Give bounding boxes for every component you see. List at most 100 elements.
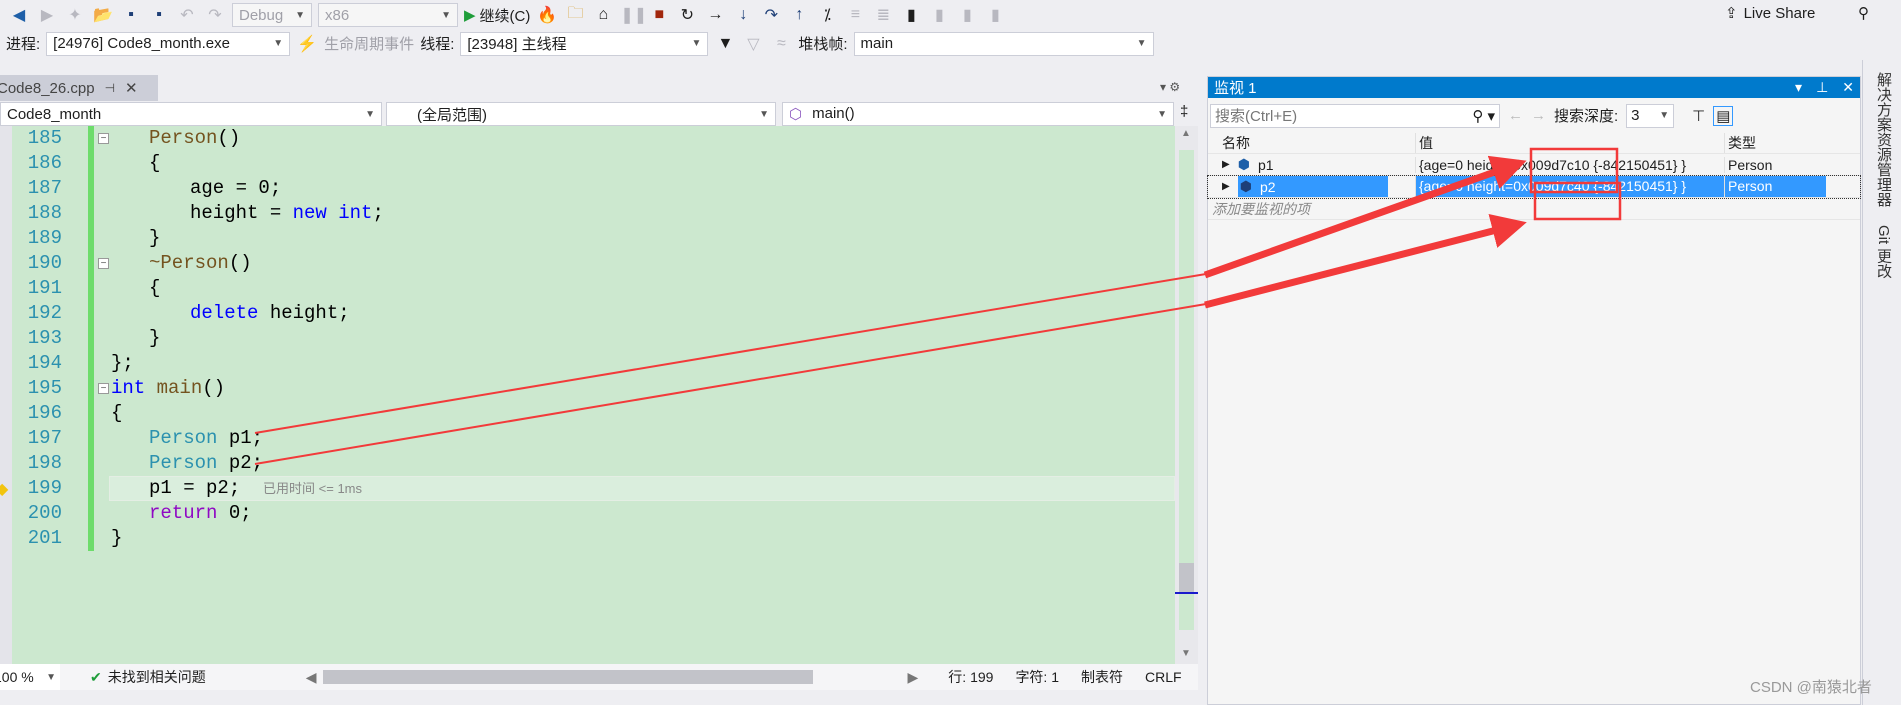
save-icon[interactable]: ▪ xyxy=(120,6,142,24)
dropdown-icon[interactable]: ▾ xyxy=(1795,79,1802,96)
close-icon[interactable]: ✕ xyxy=(125,79,138,97)
continue-button[interactable]: ▶ 继续(C) xyxy=(464,5,530,26)
scope-dropdown[interactable]: (全局范围) ▼ xyxy=(386,102,776,126)
solution-explorer-tab[interactable]: 解决方案资源管理器 xyxy=(1873,72,1894,207)
flag-threads-icon[interactable]: ≈ xyxy=(770,35,792,53)
add-watch-placeholder[interactable]: 添加要监视的项 xyxy=(1208,199,1415,219)
watch-row-p1[interactable]: ▶ ⬢ p1 {age=0 height=0x009d7c10 {-84215045… xyxy=(1208,154,1860,176)
hot-reload-icon[interactable]: 🔥 xyxy=(536,5,558,25)
show-next-statement-icon[interactable]: → xyxy=(704,6,726,24)
search-depth-dropdown[interactable]: 3 ▼ xyxy=(1626,103,1675,128)
watch-search-input[interactable]: 搜索(Ctrl+E) ⚲ ▾ xyxy=(1210,103,1500,128)
filter-icon[interactable]: ▼ xyxy=(714,35,736,53)
close-icon[interactable]: ✕ xyxy=(1842,79,1854,96)
scroll-left-icon[interactable]: ◀ xyxy=(306,669,317,686)
code-line: { xyxy=(149,152,161,174)
stack-frame-dropdown[interactable]: main ▼ xyxy=(853,31,1154,56)
scroll-thumb[interactable] xyxy=(1179,563,1194,594)
configuration-dropdown[interactable]: Debug ▼ xyxy=(232,3,312,27)
watch-value[interactable]: {age=0 height=0x009d7c40 {-842150451} } xyxy=(1415,176,1724,197)
thread-value: [23948] 主线程 xyxy=(467,36,567,53)
filter-clear-icon[interactable]: ▽ xyxy=(742,34,764,54)
undo-icon[interactable]: ↶ xyxy=(176,5,198,25)
line-number: 195 xyxy=(27,377,62,399)
hex-display-icon[interactable]: ⁒ xyxy=(816,5,838,25)
watch-value[interactable]: {age=0 height=0x009d7c10 {-842150451} } xyxy=(1415,156,1724,173)
bookmark-icon[interactable]: ▮ xyxy=(900,5,922,25)
expand-icon[interactable]: ▶ xyxy=(1222,159,1230,170)
split-editor-icon[interactable]: ‡ xyxy=(1180,103,1188,120)
zoom-dropdown[interactable]: 100 % ▼ xyxy=(0,664,60,690)
next-bookmark-icon[interactable]: ▮ xyxy=(956,5,978,25)
restart-icon[interactable]: ↻ xyxy=(676,5,698,25)
step-into-icon[interactable]: ↓ xyxy=(732,6,754,24)
clear-bookmarks-icon[interactable]: ▮ xyxy=(984,5,1006,25)
new-item-icon[interactable]: ✦ xyxy=(64,5,86,25)
search-icon[interactable]: ⚲ ▾ xyxy=(1472,107,1495,125)
live-share-button[interactable]: ⇪ Live Share xyxy=(1725,4,1815,23)
tab-menu-icon[interactable]: ▾ ⚙ xyxy=(1160,80,1180,94)
horizontal-scroll-thumb[interactable] xyxy=(322,670,813,684)
line-number: 187 xyxy=(27,177,62,199)
code-line: ~Person() xyxy=(149,252,252,274)
column-name[interactable]: 名称 xyxy=(1208,133,1415,153)
add-watch-row[interactable]: 添加要监视的项 xyxy=(1208,198,1860,220)
code-editor[interactable]: ◆ 185 186 187 188 189 190 191 192 193 194 195 196 19… xyxy=(0,126,1175,664)
search-forward-icon[interactable]: → xyxy=(1531,107,1546,124)
collapse-icon[interactable]: − xyxy=(98,258,109,269)
chevron-down-icon: ▼ xyxy=(1157,108,1167,120)
filter-pin-icon[interactable]: ⊤ xyxy=(1692,107,1705,125)
code-line: delete height; xyxy=(190,302,350,324)
search-back-icon[interactable]: ← xyxy=(1508,107,1523,124)
watch-header: 名称 值 类型 xyxy=(1208,132,1860,154)
open-folder-icon[interactable]: 📂 xyxy=(92,5,114,25)
process-dropdown[interactable]: [24976] Code8_month.exe ▼ xyxy=(46,31,291,56)
stop-icon[interactable]: ■ xyxy=(648,6,670,24)
eol-indicator[interactable]: CRLF xyxy=(1145,669,1182,685)
save-all-icon[interactable]: ▪ xyxy=(148,6,170,24)
back-icon[interactable]: ◀ xyxy=(8,5,30,25)
column-value[interactable]: 值 xyxy=(1415,132,1724,153)
feedback-icon[interactable]: ⚲ xyxy=(1858,4,1869,22)
project-dropdown[interactable]: Code8_month ▼ xyxy=(0,102,382,126)
column-type[interactable]: 类型 xyxy=(1724,132,1826,153)
line-number: 194 xyxy=(27,352,62,374)
line-number: 190 xyxy=(27,252,62,274)
expand-icon[interactable]: ▶ xyxy=(1222,181,1230,192)
scroll-down-icon[interactable]: ▼ xyxy=(1181,648,1191,659)
collapse-icon[interactable]: − xyxy=(98,133,109,144)
platform-dropdown[interactable]: x86 ▼ xyxy=(318,3,458,27)
scroll-right-icon[interactable]: ▶ xyxy=(908,669,919,686)
issues-status[interactable]: 未找到相关问题 xyxy=(108,667,206,687)
member-dropdown[interactable]: ⬡ main() ▼ xyxy=(782,102,1174,126)
scroll-up-icon[interactable]: ▲ xyxy=(1181,128,1191,139)
vertical-scrollbar[interactable]: ▲ ▼ xyxy=(1175,126,1198,664)
collapse-icon[interactable]: − xyxy=(98,383,109,394)
tabs-indicator[interactable]: 制表符 xyxy=(1081,667,1123,687)
lifecycle-events-button[interactable]: 生命周期事件 xyxy=(324,33,414,54)
redo-icon[interactable]: ↷ xyxy=(204,5,226,25)
line-number: 186 xyxy=(27,152,62,174)
hex-view-icon[interactable]: ▤ xyxy=(1713,105,1734,126)
debug-location-toolbar: 进程: [24976] Code8_month.exe ▼ ⚡ 生命周期事件 线程… xyxy=(0,30,1901,57)
pause-icon[interactable]: ❚❚ xyxy=(620,5,647,25)
comment-icon[interactable]: ≡ xyxy=(844,6,866,24)
thread-label: 线程: xyxy=(420,36,455,53)
home-icon[interactable]: ⌂ xyxy=(592,6,614,24)
perf-tip[interactable]: 已用时间 <= 1ms xyxy=(263,481,362,496)
step-out-icon[interactable]: ↑ xyxy=(788,6,810,24)
prev-bookmark-icon[interactable]: ▮ xyxy=(928,5,950,25)
forward-icon[interactable]: ▶ xyxy=(36,5,58,25)
tab-code8-26-cpp[interactable]: Code8_26.cpp ⊣ ✕ xyxy=(0,75,158,101)
pin-icon[interactable]: ⊥ xyxy=(1816,79,1828,96)
step-over-icon[interactable]: ↷ xyxy=(760,5,782,25)
line-number: 185 xyxy=(27,127,62,149)
watch-row-p2[interactable]: ▶ ⬢ p2 {age=0 height=0x009d7c40 {-84215045… xyxy=(1207,175,1861,199)
git-changes-tab[interactable]: Git 更改 xyxy=(1873,225,1894,278)
pin-icon[interactable]: ⊣ xyxy=(105,81,115,95)
thread-dropdown[interactable]: [23948] 主线程 ▼ xyxy=(460,31,709,56)
uncomment-icon[interactable]: ≣ xyxy=(872,5,894,25)
code-line: age = 0; xyxy=(190,177,282,199)
code-line: Person() xyxy=(149,127,241,149)
find-folder-icon[interactable]: 🗀 xyxy=(564,2,586,29)
